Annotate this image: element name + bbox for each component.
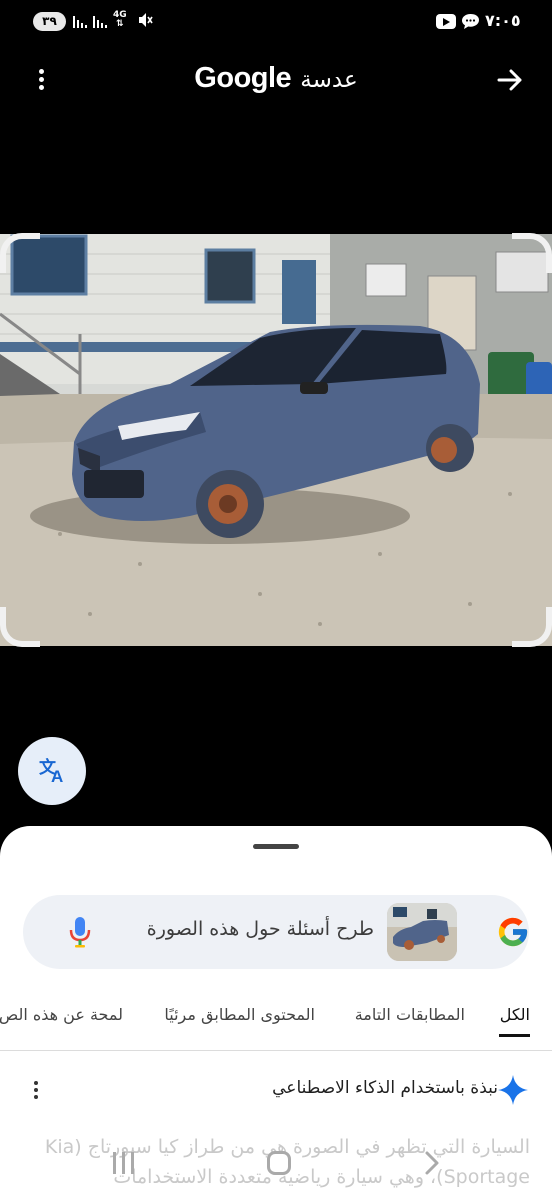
tab-all[interactable]: الكل bbox=[500, 1005, 530, 1024]
back-icon[interactable] bbox=[422, 1150, 442, 1176]
signal-icon bbox=[93, 13, 109, 33]
google-icon bbox=[496, 915, 530, 949]
result-tabs: الكل المطابقات التامة المحتوى المطابق مر… bbox=[0, 1001, 552, 1051]
ai-overview-header: نبذة باستخدام الذكاء الاصطناعي bbox=[0, 1070, 552, 1110]
crop-corner-top-right[interactable] bbox=[512, 233, 552, 273]
home-icon[interactable] bbox=[267, 1151, 291, 1175]
svg-text:A: A bbox=[51, 767, 63, 786]
drag-handle[interactable] bbox=[253, 844, 299, 849]
chat-icon bbox=[461, 13, 480, 30]
search-placeholder[interactable]: طرح أسئلة حول هذه الصورة bbox=[147, 918, 374, 940]
recents-icon[interactable] bbox=[111, 1152, 137, 1174]
search-image[interactable] bbox=[0, 234, 552, 646]
ai-overview-title: نبذة باستخدام الذكاء الاصطناعي bbox=[272, 1078, 498, 1098]
tab-about-image[interactable]: لمحة عن هذه الص bbox=[0, 1005, 123, 1024]
signal-icon bbox=[73, 13, 89, 33]
clock: ٧:٠٥ bbox=[485, 11, 521, 30]
arrow-right-icon[interactable] bbox=[494, 64, 526, 96]
search-bar[interactable]: طرح أسئلة حول هذه الصورة bbox=[23, 895, 529, 969]
status-bar: ٣٩ 4G ⇅ ٧:٠٥ bbox=[0, 0, 552, 44]
network-4g-icon: 4G ⇅ bbox=[113, 10, 127, 29]
battery-indicator: ٣٩ bbox=[33, 12, 66, 31]
image-thumbnail[interactable] bbox=[387, 903, 457, 961]
more-vertical-icon[interactable] bbox=[30, 66, 52, 94]
translate-icon: 文 A bbox=[39, 757, 63, 786]
active-tab-indicator bbox=[499, 1034, 530, 1037]
mic-icon[interactable] bbox=[69, 915, 91, 949]
tab-exact-matches[interactable]: المطابقات التامة bbox=[355, 1005, 465, 1024]
crop-corner-bottom-left[interactable] bbox=[0, 607, 40, 647]
more-vertical-icon[interactable] bbox=[28, 1078, 44, 1102]
mute-icon bbox=[137, 11, 153, 29]
app-title: Google عدسة bbox=[150, 62, 402, 102]
brand-name: Google bbox=[194, 62, 292, 94]
sparkle-icon bbox=[497, 1074, 529, 1106]
tab-visual-matches[interactable]: المحتوى المطابق مرئيًا bbox=[164, 1005, 315, 1024]
youtube-icon bbox=[436, 14, 456, 29]
crop-corner-top-left[interactable] bbox=[0, 233, 40, 273]
navigation-bar bbox=[0, 1140, 552, 1197]
translate-button[interactable]: 文 A bbox=[18, 737, 86, 805]
divider bbox=[0, 1050, 552, 1051]
app-name: عدسة bbox=[300, 67, 358, 93]
